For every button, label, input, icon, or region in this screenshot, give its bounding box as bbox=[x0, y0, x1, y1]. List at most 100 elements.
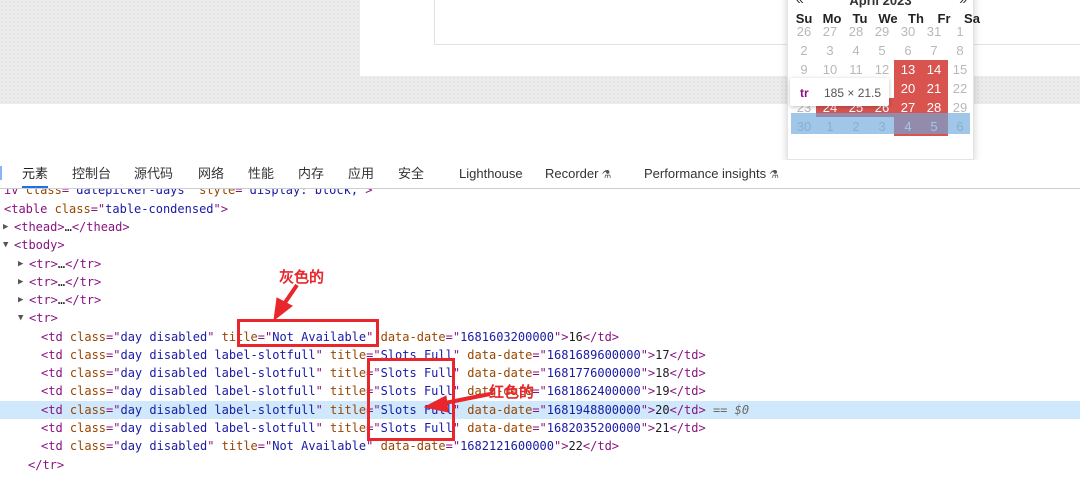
dom-node-line[interactable]: <td class="day disabled" title="Not Avai… bbox=[0, 437, 1080, 455]
code-token-tag: =" bbox=[106, 366, 121, 380]
code-token-tag: =" bbox=[532, 366, 547, 380]
code-token-tag: </td> bbox=[669, 403, 706, 417]
code-token-attr: title bbox=[330, 384, 367, 398]
code-token-attr: class bbox=[69, 366, 107, 380]
dom-node-line-selected[interactable]: <td class="day disabled label-slotfull" … bbox=[0, 401, 1080, 419]
code-token-tag: " bbox=[315, 348, 331, 362]
code-token-tag: </td> bbox=[669, 384, 706, 398]
expand-triangle-closed-icon[interactable]: ▶ bbox=[18, 273, 23, 291]
week-row: 26 27 28 29 30 31 1 bbox=[790, 22, 972, 41]
devtools-tab-label: 内存 bbox=[298, 166, 325, 181]
datepicker-header: « April 2023 » bbox=[788, 0, 973, 8]
day-cell[interactable]: 15 bbox=[946, 60, 974, 79]
code-token-val: day disabled bbox=[120, 439, 208, 453]
expand-triangle-closed-icon[interactable]: ▶ bbox=[18, 255, 23, 273]
day-cell-slots-full[interactable]: 14 bbox=[920, 60, 948, 79]
dom-node-code: <tr>…</tr> bbox=[29, 273, 101, 291]
devtools-tab[interactable]: 网络 bbox=[198, 160, 224, 188]
day-cell[interactable]: 3 bbox=[816, 41, 844, 60]
code-token-val: day disabled label-slotfull bbox=[120, 384, 316, 398]
dom-node-line[interactable]: <td class="day disabled label-slotfull" … bbox=[0, 346, 1080, 364]
code-token-tag: "> bbox=[358, 189, 373, 197]
code-token-tag: =" bbox=[445, 439, 461, 453]
annotation-label-red: 红色的 bbox=[489, 383, 535, 401]
day-cell[interactable]: 26 bbox=[790, 22, 818, 41]
devtools-tab[interactable]: 控制台 bbox=[72, 160, 111, 188]
devtools-tab[interactable]: 安全 bbox=[398, 160, 424, 188]
code-token-val: 1682035200000 bbox=[546, 421, 641, 435]
dom-node-line[interactable]: iv class="datepicker-days" style="displa… bbox=[0, 189, 1080, 199]
day-cell[interactable]: 8 bbox=[946, 41, 974, 60]
devtools-tab-label: Performance insights bbox=[644, 166, 767, 181]
next-month-button[interactable]: » bbox=[959, 0, 967, 7]
devtools-tab[interactable]: Recorder ⚗ bbox=[545, 160, 611, 188]
dom-node-line[interactable]: <table class="table-condensed"> bbox=[0, 200, 1080, 218]
devtools-tab[interactable]: 源代码 bbox=[134, 160, 173, 188]
code-token-txt: 19 bbox=[655, 384, 670, 398]
day-cell[interactable]: 27 bbox=[816, 22, 844, 41]
code-token-val: day disabled label-slotfull bbox=[120, 366, 316, 380]
dom-node-line[interactable]: <td class="day disabled" title="Not Avai… bbox=[0, 328, 1080, 346]
code-token-txt: 17 bbox=[655, 348, 670, 362]
day-cell-slots-full[interactable]: 20 bbox=[894, 79, 922, 98]
expand-triangle-open-icon[interactable]: ▼ bbox=[3, 236, 8, 254]
day-cell[interactable]: 28 bbox=[842, 22, 870, 41]
day-cell[interactable]: 1 bbox=[946, 22, 974, 41]
code-token-tag: =" bbox=[445, 330, 461, 344]
devtools-tab[interactable]: 内存 bbox=[298, 160, 324, 188]
code-token-tag: " bbox=[315, 384, 331, 398]
dom-node-line[interactable]: <td class="day disabled label-slotfull" … bbox=[0, 382, 1080, 400]
dom-node-code: iv class="datepicker-days" style="displa… bbox=[4, 189, 373, 199]
code-token-tag: </tr> bbox=[65, 257, 102, 271]
devtools-tab[interactable]: 应用 bbox=[348, 160, 374, 188]
dom-node-line[interactable]: ▶ <thead>…</thead> bbox=[0, 218, 1080, 236]
dom-node-line[interactable]: </tr> bbox=[0, 456, 1080, 474]
day-cell[interactable]: 12 bbox=[868, 60, 896, 79]
dom-node-code: <tbody> bbox=[14, 236, 65, 254]
day-cell[interactable]: 31 bbox=[920, 22, 948, 41]
devtools-tab[interactable]: Performance insights ⚗ bbox=[644, 160, 779, 188]
code-token-val: day disabled label-slotfull bbox=[120, 348, 316, 362]
dom-node-line[interactable]: ▶ <tr>…</tr> bbox=[0, 291, 1080, 309]
expand-triangle-closed-icon[interactable]: ▶ bbox=[18, 291, 23, 309]
code-token-eq0: == $0 bbox=[705, 403, 750, 417]
expand-triangle-open-icon[interactable]: ▼ bbox=[18, 309, 23, 327]
code-token-tag: =" bbox=[106, 403, 121, 417]
code-token-attr: data-date bbox=[467, 421, 533, 435]
devtools-tab[interactable]: 元素 bbox=[22, 160, 49, 188]
code-token-val: table-condensed bbox=[105, 202, 214, 216]
code-token-tag: "> bbox=[640, 366, 656, 380]
dom-node-code: <thead>…</thead> bbox=[14, 218, 130, 236]
day-cell[interactable]: 5 bbox=[868, 41, 896, 60]
dom-node-line[interactable]: ▶ <tr>…</tr> bbox=[0, 273, 1080, 291]
day-cell[interactable]: 6 bbox=[894, 41, 922, 60]
expand-triangle-closed-icon[interactable]: ▶ bbox=[3, 218, 8, 236]
code-token-tag: <td bbox=[41, 348, 70, 362]
day-cell[interactable]: 22 bbox=[946, 79, 974, 98]
dom-node-line[interactable]: <td class="day disabled label-slotfull" … bbox=[0, 364, 1080, 382]
devtools-tab-label: 源代码 bbox=[134, 166, 174, 181]
code-token-attr: data-date bbox=[467, 366, 533, 380]
day-cell-slots-full[interactable]: 21 bbox=[920, 79, 948, 98]
day-cell[interactable]: 11 bbox=[842, 60, 870, 79]
day-cell-slots-full[interactable]: 13 bbox=[894, 60, 922, 79]
code-token-attr: class bbox=[25, 189, 62, 197]
devtools-tab[interactable]: 性能 bbox=[248, 160, 274, 188]
day-cell[interactable]: 9 bbox=[790, 60, 818, 79]
day-cell[interactable]: 4 bbox=[842, 41, 870, 60]
dom-node-line[interactable]: ▶ <tr>…</tr> bbox=[0, 255, 1080, 273]
code-token-tag: =" bbox=[532, 421, 547, 435]
devtools-tab[interactable]: Lighthouse bbox=[459, 160, 523, 188]
day-cell[interactable]: 2 bbox=[790, 41, 818, 60]
day-cell[interactable]: 30 bbox=[894, 22, 922, 41]
day-cell[interactable]: 10 bbox=[816, 60, 844, 79]
day-cell[interactable]: 29 bbox=[868, 22, 896, 41]
code-token-tag: iv bbox=[4, 189, 26, 197]
dom-node-line[interactable]: ▼ <tbody> bbox=[0, 236, 1080, 254]
month-title[interactable]: April 2023 bbox=[788, 0, 973, 8]
code-token-tag: " bbox=[207, 330, 222, 344]
dom-node-line[interactable]: ▼ <tr> bbox=[0, 309, 1080, 327]
dom-node-line[interactable]: <td class="day disabled label-slotfull" … bbox=[0, 419, 1080, 437]
day-cell[interactable]: 7 bbox=[920, 41, 948, 60]
devtools-tab-label: Lighthouse bbox=[459, 166, 523, 181]
